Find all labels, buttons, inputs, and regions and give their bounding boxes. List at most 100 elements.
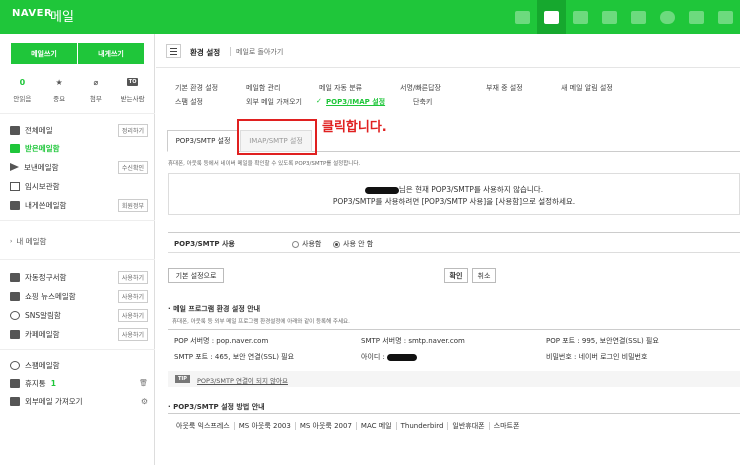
note-icon	[10, 200, 20, 210]
settings-link[interactable]: 외부 메일 가져오기	[246, 97, 302, 107]
mailbox-label: 스팸메일함	[25, 360, 60, 370]
sidebar: 메일쓰기 내게쓰기 0 안읽음 ★ 중요 ⌀ 첨부 TO 받는사람 전체메일 정…	[0, 34, 155, 465]
settings-link[interactable]: 서명/빠른답장	[400, 83, 441, 93]
write-to-self-button[interactable]: 내게쓰기	[78, 43, 144, 64]
naver-logo[interactable]: NAVER	[12, 8, 52, 19]
smtp-server: SMTP 서버명 : smtp.naver.com	[361, 337, 465, 345]
client-link[interactable]: MS 아웃룩 2007	[296, 421, 357, 430]
image-icon[interactable]	[682, 0, 711, 34]
client-link[interactable]: MAC 메일	[357, 421, 397, 430]
confirm-button[interactable]: 확인	[444, 268, 468, 283]
settings-link[interactable]: 메일함 관리	[246, 83, 280, 93]
mailbox-label: 전체메일	[25, 125, 53, 135]
user-id: 아이디 :	[361, 352, 418, 362]
client-link[interactable]: Thunderbird	[397, 421, 449, 430]
client-link[interactable]: MS 아웃룩 2003	[235, 421, 296, 430]
unread-count: 0	[19, 77, 26, 87]
redacted-username	[364, 186, 399, 194]
radio-not-use[interactable]: 사용 안 함	[333, 239, 373, 249]
external-mail[interactable]: 외부메일 가져오기 ⚙	[10, 394, 148, 408]
contacts-icon[interactable]	[595, 0, 624, 34]
client-link[interactable]: 아웃룩 익스프레스	[172, 421, 235, 430]
client-link[interactable]: 일반휴대폰	[448, 421, 490, 430]
mailbox-self[interactable]: 내게쓴메일함 회원정부	[10, 198, 148, 212]
recipient-filter[interactable]: TO 받는사람	[116, 76, 150, 103]
cancel-button[interactable]: 취소	[472, 268, 496, 283]
home-icon[interactable]	[711, 0, 740, 34]
mailbox-label: 자동정구서함	[25, 272, 67, 282]
mailbox-sns[interactable]: SNS알림함 사용하기	[10, 308, 148, 322]
mail-icon[interactable]	[508, 0, 537, 34]
phone-icon[interactable]	[624, 0, 653, 34]
settings-link[interactable]: 부재 중 설정	[486, 83, 523, 93]
service-name[interactable]: 메일	[50, 6, 74, 25]
mailbox-all[interactable]: 전체메일 정리하기	[10, 123, 148, 137]
read-receipt-button[interactable]: 수신확인	[117, 160, 148, 174]
highlight-box	[237, 119, 317, 155]
important-label: 중요	[53, 95, 66, 103]
menu-icon[interactable]	[166, 44, 181, 58]
mailbox-shopping[interactable]: 쇼핑 뉴스메일함 사용하기	[10, 289, 148, 303]
mailbox-bills[interactable]: 자동정구서함 사용하기	[10, 270, 148, 284]
mailbox-drafts[interactable]: 임시보관함	[10, 179, 148, 193]
radio-label: 사용함	[302, 240, 322, 248]
mailbox-trash[interactable]: 휴지통 1 🗑	[10, 376, 148, 390]
status-text: 님은 현재 POP3/SMTP를 사용하지 않습니다.	[398, 185, 544, 194]
attachment-label: 첨부	[89, 95, 102, 103]
settings-link[interactable]: 메일 자동 분류	[319, 83, 362, 93]
enable-button[interactable]: 사용하기	[117, 308, 148, 322]
pop-server: POP 서버명 : pop.naver.com	[174, 337, 269, 345]
tip-link[interactable]: POP3/SMTP 연결이 되지 않아요	[197, 375, 288, 385]
reset-default-button[interactable]: 기본 설정으로	[168, 268, 224, 283]
to-icon: TO	[126, 78, 139, 86]
radio-use[interactable]: 사용함	[292, 239, 321, 249]
my-mailbox-label: 내 메일함	[16, 236, 47, 246]
self-mail-option-button[interactable]: 회원정부	[117, 198, 148, 212]
package-icon[interactable]	[537, 0, 566, 34]
mailbox-sent[interactable]: 보낸메일함 수신확인	[10, 160, 148, 174]
empty-trash-icon[interactable]: 🗑	[139, 379, 148, 387]
mailbox-cafe[interactable]: 카페메일함 사용하기	[10, 327, 148, 341]
mailbox-inbox[interactable]: 받은메일함	[10, 141, 148, 155]
back-to-mail-link[interactable]: 메일로 돌아가기	[236, 47, 283, 57]
draft-icon	[10, 181, 20, 191]
enable-button[interactable]: 사용하기	[117, 270, 148, 284]
enable-button[interactable]: 사용하기	[117, 289, 148, 303]
cloud-icon[interactable]	[653, 0, 682, 34]
settings-link[interactable]: 새 메일 알림 설정	[561, 83, 613, 93]
settings-link[interactable]: 기본 환경 설정	[175, 83, 218, 93]
mailbox-label: 내게쓴메일함	[25, 200, 67, 210]
important-filter[interactable]: ★ 중요	[42, 76, 76, 104]
redacted-id	[387, 353, 418, 361]
status-line-2: POP3/SMTP를 사용하려면 [POP3/SMTP 사용]을 [사용함]으로…	[332, 197, 576, 206]
page-title: 환경 설정	[190, 48, 221, 57]
bill-icon	[10, 272, 20, 282]
settings-link-active[interactable]: POP3/IMAP 설정	[326, 97, 385, 107]
import-icon	[10, 396, 20, 406]
divider	[0, 220, 155, 221]
send-icon	[10, 163, 19, 171]
organize-button[interactable]: 정리하기	[117, 123, 148, 137]
unread-label: 안읽음	[13, 95, 32, 103]
unread-filter[interactable]: 0 안읽음	[5, 76, 39, 104]
mailbox-label: 쇼핑 뉴스메일함	[25, 291, 76, 301]
pop-port: POP 포트 : 995, 보안연결(SSL) 필요	[546, 337, 659, 345]
settings-link[interactable]: 단축키	[413, 97, 432, 107]
calendar-icon[interactable]	[566, 0, 595, 34]
status-line-1: 님은 현재 POP3/SMTP를 사용하지 않습니다.	[169, 184, 739, 195]
write-mail-button[interactable]: 메일쓰기	[11, 43, 77, 64]
password-info: 비밀번호 : 네이버 로그인 비밀번호	[546, 353, 648, 361]
gear-icon[interactable]: ⚙	[141, 397, 148, 406]
mailbox-spam[interactable]: 스팸메일함	[10, 358, 148, 372]
client-link[interactable]: 스마트폰	[490, 422, 524, 430]
enable-button[interactable]: 사용하기	[117, 327, 148, 341]
settings-link[interactable]: 스팸 설정	[175, 97, 203, 107]
radio-circle-selected	[333, 240, 340, 248]
attachment-filter[interactable]: ⌀ 첨부	[79, 76, 113, 104]
my-mailbox-toggle[interactable]: › 내 메일함	[10, 234, 148, 248]
main-content: 환경 설정 메일로 돌아가기 기본 환경 설정 메일함 관리 메일 자동 분류 …	[156, 34, 740, 465]
smtp-port: SMTP 포트 : 465, 보안 연결(SSL) 필요	[174, 353, 295, 361]
cafe-icon	[10, 329, 20, 339]
client-guide-list: 아웃룩 익스프레스 MS 아웃룩 2003 MS 아웃룩 2007 MAC 메일…	[168, 413, 740, 437]
tab-pop3-smtp[interactable]: POP3/SMTP 설정	[167, 130, 239, 152]
